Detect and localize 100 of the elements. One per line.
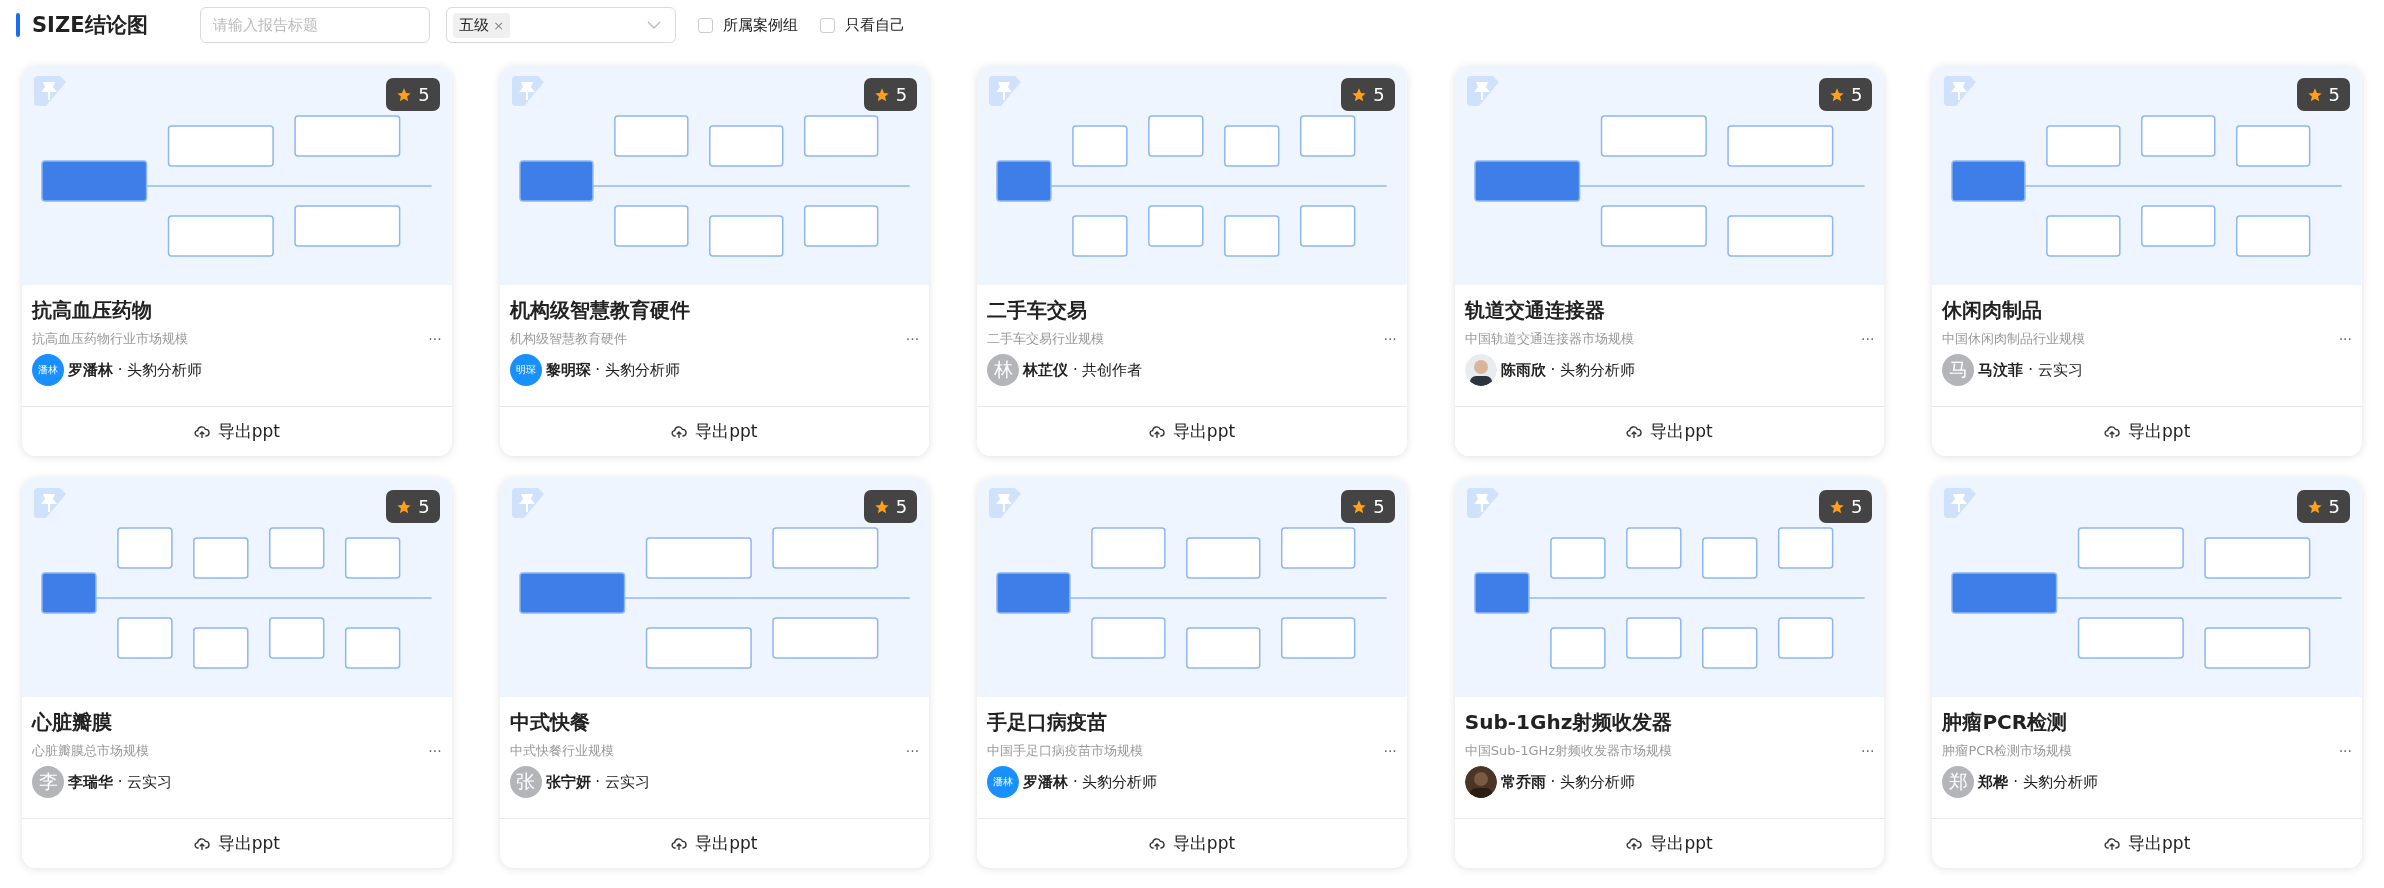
pin-icon[interactable] [1942,74,1979,108]
card-subtitle: 机构级智慧教育硬件 [509,330,627,348]
export-button[interactable]: 导出ppt [977,818,1407,868]
checkbox-label: 所属案例组 [722,15,798,35]
report-card[interactable]: 5 中式快餐 中式快餐行业规模 ··· 张 张宁妍 · 云实习 导出ppt [499,478,930,868]
card-title: 休闲肉制品 [1942,297,2044,324]
avatar: 潘林 [32,354,64,386]
author-name: 黎明琛 · 头豹分析师 [545,360,680,380]
level-select[interactable]: 五级 × [445,7,676,43]
export-button[interactable]: 导出ppt [499,406,930,456]
card-title: 手足口病疫苗 [987,709,1109,736]
cloud-upload-icon [1148,423,1165,440]
author-name: 张宁妍 · 云实习 [545,772,650,792]
author-name: 陈雨欣 · 头豹分析师 [1500,360,1636,380]
pin-icon[interactable] [987,486,1024,520]
pin-icon[interactable] [32,486,68,520]
card-subtitle: 中国轨道交通连接器市场规模 [1464,330,1634,348]
checkbox-label: 只看自己 [844,15,905,35]
card-title: 二手车交易 [987,297,1089,324]
cloud-upload-icon [1626,835,1643,852]
report-card[interactable]: 5 机构级智慧教育硬件 机构级智慧教育硬件 ··· 明琛 黎明琛 · 头豹分析师 导出ppt [499,66,930,456]
report-card[interactable]: 5 二手车交易 二手车交易行业规模 ··· 林 林芷仪 · 共创作者 导出ppt [977,66,1407,456]
more-button[interactable]: ··· [1861,331,1875,347]
author-name: 罗潘林 · 头豹分析师 [1023,772,1158,792]
cloud-upload-icon [671,423,688,440]
author-name: 李瑞华 · 云实习 [68,772,173,792]
pin-icon[interactable] [32,74,68,108]
export-button[interactable]: 导出ppt [1454,818,1885,868]
avatar: 林 [987,354,1020,386]
export-button[interactable]: 导出ppt [1932,406,2362,456]
card-subtitle: 二手车交易行业规模 [987,330,1105,348]
card-title: 机构级智慧教育硬件 [509,297,691,324]
avatar: 李 [32,766,64,798]
more-button[interactable]: ··· [1383,331,1397,347]
cloud-upload-icon [2104,835,2121,852]
report-card[interactable]: 5 轨道交通连接器 中国轨道交通连接器市场规模 ··· 陈雨欣 · 头豹分析师 导出ppt [1454,66,1885,456]
rating-badge: 5 [863,78,918,111]
more-button[interactable]: ··· [428,743,442,759]
more-button[interactable]: ··· [1383,743,1397,759]
avatar: 马 [1942,354,1975,386]
rating-badge: 5 [863,490,918,523]
cloud-upload-icon [2104,423,2121,440]
level-tag[interactable]: 五级 × [452,12,511,38]
pin-icon[interactable] [1464,486,1501,520]
card-title: 肿瘤PCR检测 [1942,709,2069,736]
card-subtitle: 中国手足口病疫苗市场规模 [987,742,1144,760]
chevron-down-icon [646,21,661,29]
rating-badge: 5 [386,78,440,111]
more-button[interactable]: ··· [1861,743,1875,759]
avatar: 潘林 [987,766,1020,798]
pin-icon[interactable] [987,74,1024,108]
more-button[interactable]: ··· [2338,743,2352,759]
cloud-upload-icon [193,835,210,852]
card-title: 中式快餐 [509,709,591,736]
cloud-upload-icon [1148,835,1165,852]
report-card[interactable]: 5 肿瘤PCR检测 肿瘤PCR检测市场规模 ··· 郑 郑桦 · 头豹分析师 导出ppt [1932,478,2362,868]
author-name: 马汶菲 · 云实习 [1978,360,2083,380]
card-title: 心脏瓣膜 [32,709,113,736]
pin-icon[interactable] [509,486,546,520]
export-button[interactable]: 导出ppt [1932,818,2362,868]
page-title: SIZE结论图 [32,12,148,39]
rating-badge: 5 [386,490,440,523]
more-button[interactable]: ··· [428,331,442,347]
card-subtitle: 中式快餐行业规模 [509,742,614,760]
pin-icon[interactable] [509,74,546,108]
report-card[interactable]: 5 心脏瓣膜 心脏瓣膜总市场规模 ··· 李 李瑞华 · 云实习 导出ppt [22,478,452,868]
avatar: 明琛 [509,354,542,386]
report-card[interactable]: 5 抗高血压药物 抗高血压药物行业市场规模 ··· 潘林 罗潘林 · 头豹分析师 导出ppt [22,66,452,456]
export-button[interactable]: 导出ppt [499,818,930,868]
pin-icon[interactable] [1464,74,1501,108]
report-card[interactable]: 5 手足口病疫苗 中国手足口病疫苗市场规模 ··· 潘林 罗潘林 · 头豹分析师 导出ppt [977,478,1407,868]
checkbox[interactable] [819,17,835,33]
report-card[interactable]: 5 休闲肉制品 中国休闲肉制品行业规模 ··· 马 马汶菲 · 云实习 导出ppt [1932,66,2362,456]
more-button[interactable]: ··· [905,331,920,347]
card-subtitle: 中国休闲肉制品行业规模 [1942,330,2086,348]
author-name: 林芷仪 · 共创作者 [1023,360,1143,380]
author-name: 常乔雨 · 头豹分析师 [1500,772,1636,792]
rating-badge: 5 [2296,490,2350,523]
pin-icon[interactable] [1942,486,1979,520]
avatar: 张 [509,766,542,798]
card-subtitle: 中国Sub-1GHz射频收发器市场规模 [1464,742,1673,760]
rating-badge: 5 [1818,490,1873,523]
search-field[interactable]: 请输入报告标题 [199,7,430,43]
export-button[interactable]: 导出ppt [1454,406,1885,456]
card-subtitle: 抗高血压药物行业市场规模 [32,330,188,348]
card-title: Sub-1Ghz射频收发器 [1464,709,1674,736]
report-card[interactable]: 5 Sub-1Ghz射频收发器 中国Sub-1GHz射频收发器市场规模 ··· 常乔雨 · 头豹分析师 导出ppt [1454,478,1885,868]
avatar: 郑 [1942,766,1975,798]
author-name: 郑桦 · 头豹分析师 [1978,772,2098,792]
card-subtitle: 肿瘤PCR检测市场规模 [1942,742,2073,760]
more-button[interactable]: ··· [905,743,920,759]
export-button[interactable]: 导出ppt [977,406,1407,456]
cloud-upload-icon [671,835,688,852]
cloud-upload-icon [1626,423,1643,440]
author-name: 罗潘林 · 头豹分析师 [68,360,203,380]
more-button[interactable]: ··· [2338,331,2352,347]
export-button[interactable]: 导出ppt [22,406,452,456]
export-button[interactable]: 导出ppt [22,818,452,868]
rating-badge: 5 [1818,78,1873,111]
checkbox[interactable] [697,17,713,33]
